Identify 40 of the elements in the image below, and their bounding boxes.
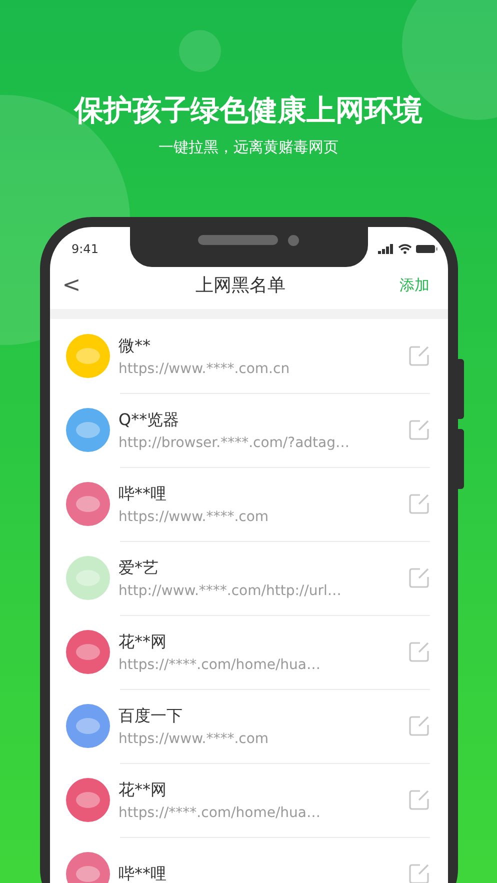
blocked-site-item[interactable]: 哔**哩 https://www.****.com	[50, 467, 448, 541]
headline: 保护孩子绿色健康上网环境	[74, 92, 422, 129]
edit-icon[interactable]	[408, 567, 430, 589]
site-url: https://www.****.com.cn	[118, 360, 291, 376]
site-name: 百度一下	[118, 706, 184, 726]
edit-icon[interactable]	[408, 419, 430, 441]
edit-icon[interactable]	[408, 789, 430, 811]
screen-title: 上网黑名单	[196, 274, 286, 297]
site-name: 爱*艺	[118, 558, 160, 578]
site-url: https://www.****.com	[118, 730, 270, 746]
site-url: http://www.****.com/http://url…	[118, 582, 342, 598]
edit-icon[interactable]	[408, 493, 430, 515]
site-url: https://www.****.com	[118, 508, 270, 524]
blocked-site-item[interactable]: 哔**哩	[50, 837, 448, 883]
site-name: 花**网	[118, 632, 168, 652]
site-name: 微**	[118, 336, 152, 356]
decor-circle	[179, 30, 221, 72]
edit-icon[interactable]	[408, 715, 430, 737]
status-time: 9:41	[72, 241, 98, 256]
blocked-site-item[interactable]: Q**览器 http://browser.****.com/?adtag…	[50, 393, 448, 467]
signal-icon	[378, 244, 394, 254]
site-name: 哔**哩	[118, 864, 168, 883]
site-url: https://****.com/home/hua…	[118, 656, 322, 672]
edit-icon[interactable]	[408, 345, 430, 367]
edit-icon[interactable]	[408, 641, 430, 663]
blocked-site-item[interactable]: 微** https://www.****.com.cn	[50, 319, 448, 393]
site-name: 花**网	[118, 780, 168, 800]
blocked-site-item[interactable]: 爱*艺 http://www.****.com/http://url…	[50, 541, 448, 615]
site-name: 哔**哩	[118, 484, 168, 504]
site-url: http://browser.****.com/?adtag…	[118, 434, 350, 450]
subheadline: 一键拉黑，远离黄赌毒网页	[158, 137, 338, 158]
back-button[interactable]: <	[62, 272, 82, 298]
wifi-icon	[398, 244, 412, 254]
blocked-site-item[interactable]: 花**网 https://****.com/home/hua…	[50, 763, 448, 837]
blocked-site-item[interactable]: 花**网 https://****.com/home/hua…	[50, 615, 448, 689]
blocked-site-item[interactable]: 百度一下 https://www.****.com	[50, 689, 448, 763]
site-url: https://****.com/home/hua…	[118, 804, 322, 820]
site-name: Q**览器	[118, 410, 180, 430]
edit-icon[interactable]	[408, 863, 430, 883]
battery-icon	[416, 244, 438, 254]
